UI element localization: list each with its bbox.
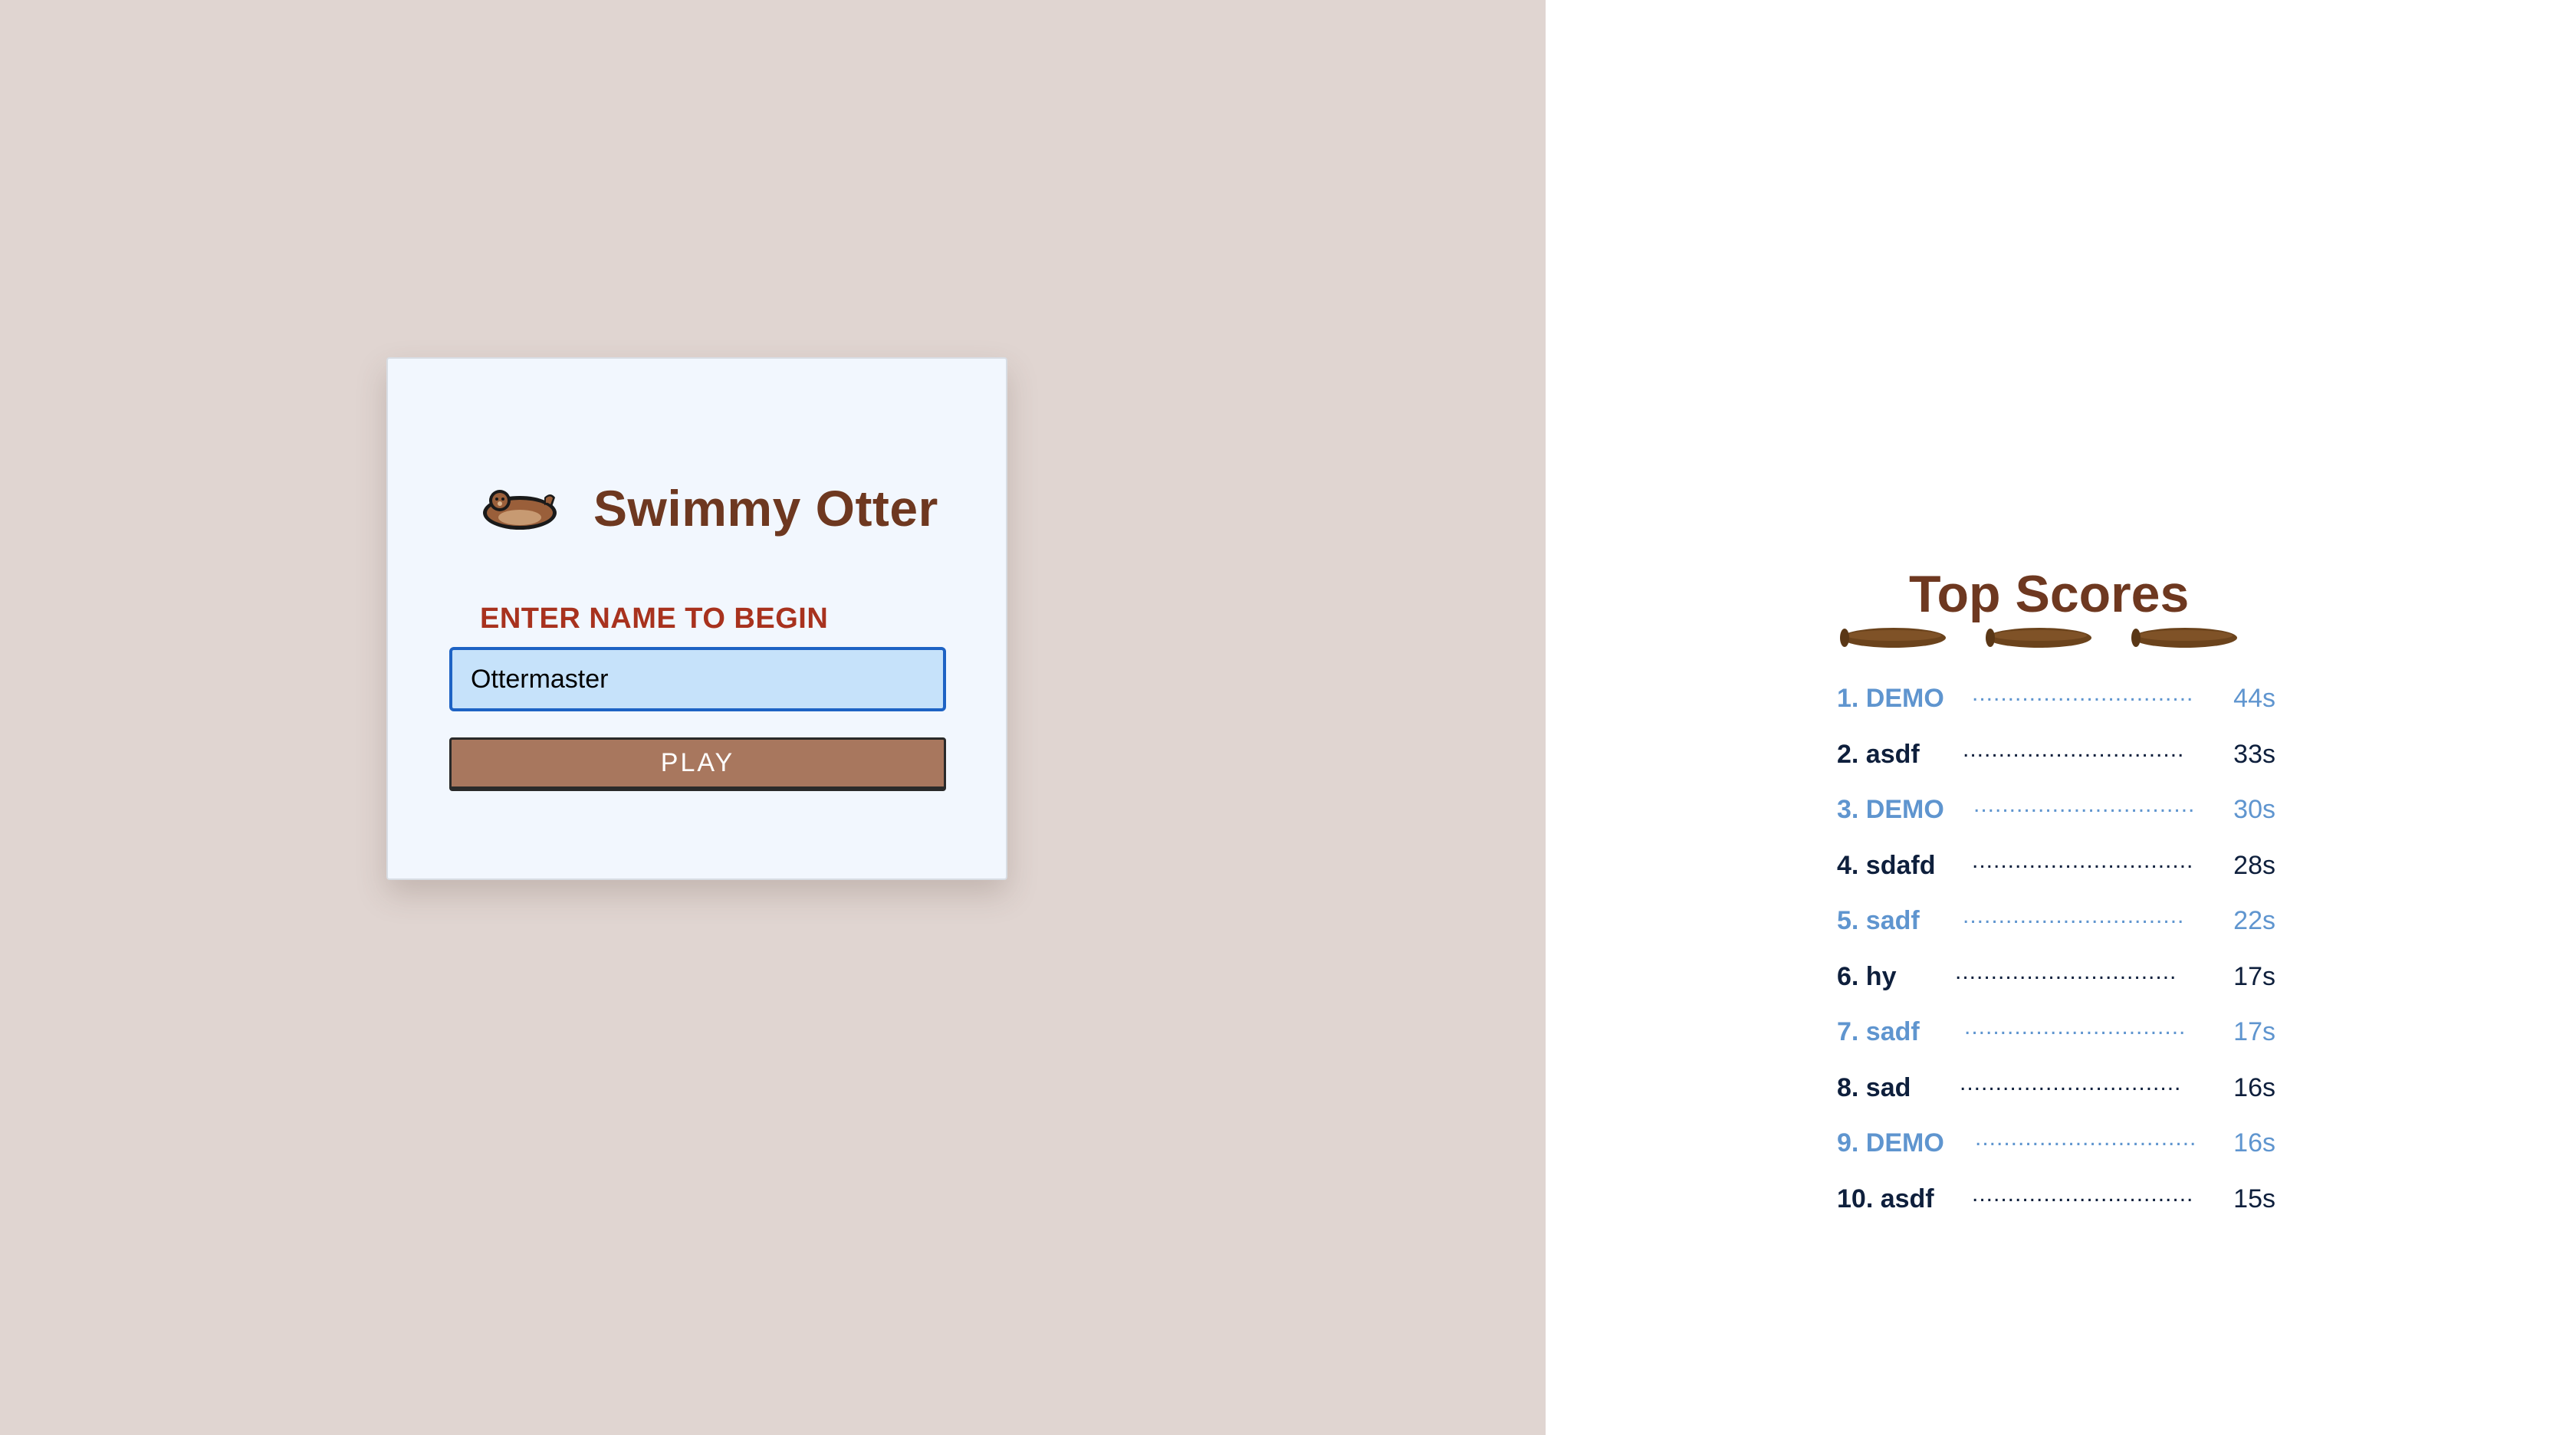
score-time: 17s [2233, 961, 2275, 991]
score-leader-dots: ................................ [1972, 1181, 2194, 1207]
score-time: 15s [2233, 1184, 2275, 1213]
score-player: 10. asdf [1837, 1184, 1934, 1213]
score-leader-dots: ................................ [1972, 681, 2194, 706]
otter-icon [483, 490, 557, 530]
score-list: 1. DEMO ................................… [1837, 679, 2275, 1235]
score-leader-dots: ................................ [1973, 792, 2196, 817]
score-row: 7. sadf ................................… [1837, 1013, 2275, 1069]
log-icon [1986, 628, 2091, 648]
score-player: 9. DEMO [1837, 1128, 1944, 1158]
score-leader-dots: ................................ [1975, 1125, 2197, 1151]
app-root: Swimmy Otter ENTER NAME TO BEGIN PLAY To… [0, 0, 2576, 1435]
score-leader-dots: ................................ [1955, 958, 2177, 984]
score-row: 4. sdafd ...............................… [1837, 846, 2275, 902]
start-dialog: Swimmy Otter ENTER NAME TO BEGIN PLAY [386, 357, 1007, 880]
score-row: 3. DEMO ................................… [1837, 790, 2275, 846]
score-time: 16s [2233, 1128, 2275, 1158]
score-time: 16s [2233, 1072, 2275, 1102]
log-icon [1840, 628, 1946, 648]
game-area: Swimmy Otter ENTER NAME TO BEGIN PLAY [0, 0, 1546, 1435]
log-icon [2131, 628, 2237, 648]
score-leader-dots: ................................ [1964, 1014, 2187, 1039]
score-player: 6. hy [1837, 961, 1897, 991]
score-time: 17s [2233, 1017, 2275, 1046]
score-time: 28s [2233, 850, 2275, 880]
score-time: 44s [2233, 684, 2275, 713]
log-decoration [1840, 628, 2237, 648]
score-player: 5. sadf [1837, 906, 1920, 935]
score-leader-dots: ................................ [1963, 736, 2185, 762]
name-prompt-label: ENTER NAME TO BEGIN [480, 603, 829, 635]
score-row: 6. hy ................................ 1… [1837, 957, 2275, 1013]
score-player: 7. sadf [1837, 1017, 1920, 1046]
score-row: 2. asdf ................................… [1837, 735, 2275, 791]
score-player: 8. sad [1837, 1072, 1911, 1102]
score-leader-dots: ................................ [1963, 903, 2185, 928]
score-time: 22s [2233, 906, 2275, 935]
play-button[interactable]: PLAY [449, 737, 946, 791]
game-title: Swimmy Otter [593, 480, 938, 537]
title-row: Swimmy Otter [480, 474, 938, 543]
score-leader-dots: ................................ [1972, 847, 2194, 873]
score-time: 30s [2233, 795, 2275, 824]
score-player: 3. DEMO [1837, 795, 1944, 824]
score-player: 2. asdf [1837, 739, 1920, 769]
score-row: 10. asdf ...............................… [1837, 1180, 2275, 1236]
score-player: 1. DEMO [1837, 684, 1944, 713]
player-name-input[interactable] [449, 647, 946, 711]
score-row: 1. DEMO ................................… [1837, 679, 2275, 735]
score-time: 33s [2233, 739, 2275, 769]
score-row: 9. DEMO ................................… [1837, 1124, 2275, 1180]
score-row: 8. sad ................................ … [1837, 1069, 2275, 1125]
score-row: 5. sadf ................................… [1837, 901, 2275, 957]
score-leader-dots: ................................ [1960, 1069, 2182, 1095]
score-player: 4. sdafd [1837, 850, 1936, 880]
scoreboard-title: Top Scores [1909, 565, 2190, 623]
